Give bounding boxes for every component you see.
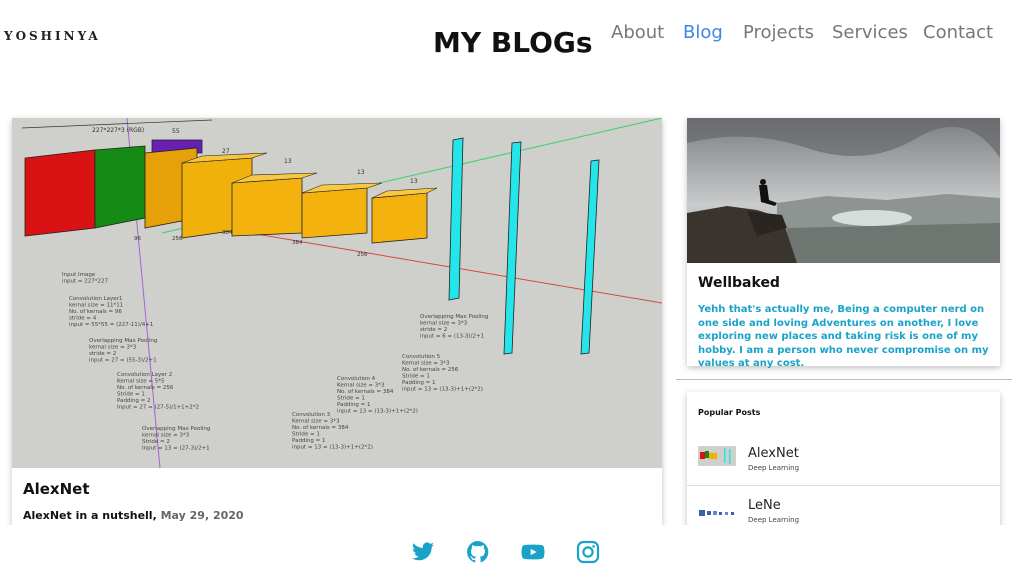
diagram-label-256a: 256 bbox=[172, 236, 183, 242]
youtube-icon[interactable] bbox=[521, 540, 545, 564]
popular-post-thumbnail bbox=[698, 446, 736, 466]
instagram-icon[interactable] bbox=[576, 540, 600, 564]
popular-post-thumbnail bbox=[698, 504, 736, 524]
post-date: May 29, 2020 bbox=[160, 509, 244, 522]
popular-post-title[interactable]: AlexNet bbox=[748, 446, 799, 461]
nav-contact[interactable]: Contact bbox=[923, 22, 993, 43]
profile-photo bbox=[687, 118, 1000, 263]
popular-post-separator bbox=[687, 485, 1000, 486]
post-subtitle: AlexNet in a nutshell, May 29, 2020 bbox=[23, 509, 244, 522]
popular-post-category: Deep Learning bbox=[748, 464, 800, 472]
profile-bio: Yehh that's actually me, Being a compute… bbox=[698, 304, 989, 369]
diagram-label-256b: 256 bbox=[357, 252, 368, 258]
nav-projects[interactable]: Projects bbox=[743, 22, 814, 43]
diagram-label-384a: 384 bbox=[222, 230, 233, 236]
main-post-card[interactable]: 227*227*3 (RGB) 55 27 13 13 13 96 256 38… bbox=[12, 118, 662, 538]
sidebar-divider bbox=[676, 379, 1012, 380]
footer bbox=[0, 525, 1012, 575]
diagram-label-13a: 13 bbox=[284, 158, 292, 165]
popular-post-title[interactable]: LeNe bbox=[748, 498, 781, 513]
nav-about[interactable]: About bbox=[611, 22, 664, 43]
diagram-label-384b: 384 bbox=[292, 240, 303, 246]
post-subtitle-text: AlexNet in a nutshell, bbox=[23, 509, 157, 522]
diagram-label-55: 55 bbox=[172, 128, 180, 135]
post-title[interactable]: AlexNet bbox=[23, 480, 90, 498]
popular-posts-heading: Popular Posts bbox=[698, 408, 761, 417]
diagram-label-13b: 13 bbox=[357, 169, 365, 176]
profile-card: Wellbaked Yehh that's actually me, Being… bbox=[687, 118, 1000, 369]
diagram-label-27: 27 bbox=[222, 148, 230, 155]
github-icon[interactable] bbox=[466, 540, 490, 564]
nav-blog[interactable]: Blog bbox=[683, 22, 723, 43]
logo[interactable]: YOSHINYA bbox=[4, 29, 101, 43]
nav-services[interactable]: Services bbox=[832, 22, 908, 43]
diagram-label-96: 96 bbox=[134, 236, 141, 242]
diagram-label-13c: 13 bbox=[410, 178, 418, 185]
page-title: MY BLOGs bbox=[433, 26, 593, 59]
profile-name: Wellbaked bbox=[698, 275, 780, 291]
diagram-label-top: 227*227*3 (RGB) bbox=[92, 127, 144, 134]
popular-post-item[interactable]: AlexNet Deep Learning bbox=[687, 440, 1000, 490]
popular-post-category: Deep Learning bbox=[748, 516, 800, 524]
twitter-icon[interactable] bbox=[411, 540, 435, 564]
alexnet-diagram: 227*227*3 (RGB) 55 27 13 13 13 96 256 38… bbox=[12, 118, 662, 468]
